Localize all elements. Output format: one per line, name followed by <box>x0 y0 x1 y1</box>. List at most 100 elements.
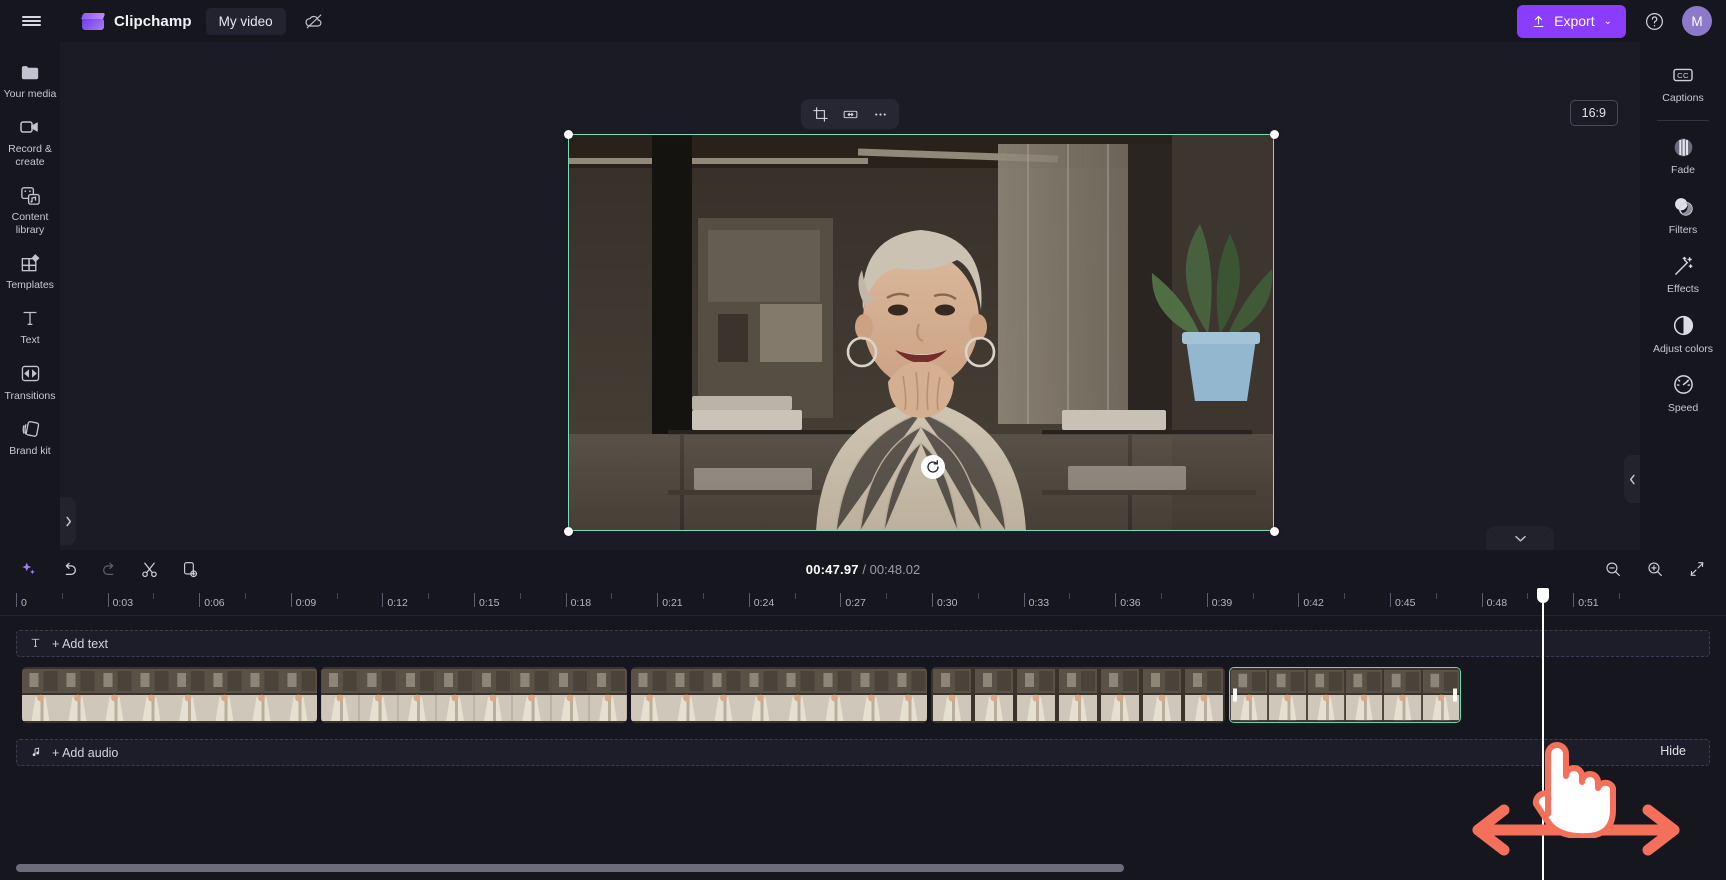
collapse-preview-button[interactable] <box>1486 526 1554 550</box>
chevron-down-icon: ⌄ <box>1603 15 1612 27</box>
redo-icon[interactable] <box>96 556 122 582</box>
trim-handle-left[interactable] <box>1233 688 1237 702</box>
sidebar-item-label: Brand kit <box>9 445 51 457</box>
right-sidebar: CC Captions Fade Filters Effects Adjust … <box>1624 42 1726 550</box>
ruler-tick <box>290 593 292 607</box>
ruler-minor-tick <box>153 593 155 599</box>
sidebar-item-brand-kit[interactable]: Brand kit <box>0 409 60 464</box>
clip-thumbnail <box>206 667 244 723</box>
timeline-clip[interactable] <box>931 667 1225 723</box>
help-circle-icon[interactable] <box>1640 7 1668 35</box>
resize-handle-bottom-right[interactable] <box>1269 526 1279 536</box>
right-item-filters[interactable]: Filters <box>1640 186 1726 245</box>
timeline-zoom-controls <box>1600 556 1710 582</box>
expand-sidebar-button[interactable] <box>60 497 76 545</box>
timeline: 00:47.97 / 00:48.02 0 0:03 0:06 0:09 0:1… <box>0 550 1726 880</box>
time-separator: / <box>862 561 866 577</box>
add-audio-button[interactable]: + Add audio <box>16 739 1710 766</box>
zoom-in-icon[interactable] <box>1642 556 1668 582</box>
ruler-minor-tick <box>336 593 338 599</box>
ruler-minor-tick <box>1161 593 1162 599</box>
sidebar-item-templates[interactable]: Templates <box>0 243 60 298</box>
sidebar-item-your-media[interactable]: Your media <box>0 52 60 107</box>
horizontal-scrollbar[interactable] <box>16 864 1124 872</box>
ruler-minor-tick <box>1527 593 1529 599</box>
right-item-speed[interactable]: Speed <box>1640 364 1726 423</box>
fit-timeline-icon[interactable] <box>1684 556 1710 582</box>
right-item-captions[interactable]: CC Captions <box>1640 54 1726 113</box>
adjust-colors-icon <box>1672 314 1695 338</box>
more-horizontal-icon[interactable] <box>867 102 893 126</box>
ruler-minor-tick <box>886 593 888 599</box>
timeline-clip[interactable] <box>22 667 317 723</box>
sidebar-item-text[interactable]: Text <box>0 298 60 353</box>
templates-icon <box>19 252 42 274</box>
rotate-icon[interactable] <box>921 455 945 479</box>
effects-wand-icon <box>1672 254 1695 278</box>
main-body: Your media Record & create Content libra… <box>0 42 1726 590</box>
right-item-fade[interactable]: Fade <box>1640 126 1726 185</box>
folder-icon <box>19 61 42 83</box>
clip-thumbnail <box>1306 668 1345 722</box>
ruler-tick-label: 0:33 <box>1028 597 1050 609</box>
timeline-clip-selected[interactable] <box>1229 667 1461 723</box>
clip-thumbnail <box>1344 668 1384 722</box>
current-time: 00:47.97 <box>805 561 859 577</box>
duplicate-icon[interactable] <box>176 556 202 582</box>
timeline-ruler[interactable]: 0 0:03 0:06 0:09 0:12 0:15 0:18 0:21 0:24 0:27 0:3… <box>0 588 1726 616</box>
ruler-tick-label: 0:15 <box>479 597 500 609</box>
avatar[interactable]: M <box>1682 6 1712 36</box>
right-item-adjust-colors[interactable]: Adjust colors <box>1640 305 1726 364</box>
text-t-icon <box>19 307 41 329</box>
collapse-right-sidebar-button[interactable] <box>1624 455 1640 503</box>
sidebar-item-transitions[interactable]: Transitions <box>0 354 60 409</box>
ruler-tick-label: 0:09 <box>295 597 317 609</box>
ruler-minor-tick <box>519 593 521 599</box>
clip-thumbnail <box>1099 667 1141 723</box>
export-button[interactable]: Export ⌄ <box>1517 4 1626 38</box>
timeline-clip[interactable] <box>321 667 627 723</box>
ruler-tick <box>1023 593 1025 607</box>
project-title[interactable]: My video <box>205 7 286 35</box>
sidebar-item-content-library[interactable]: Content library <box>0 175 60 243</box>
ruler-tick <box>107 593 109 607</box>
cc-icon: CC <box>1671 63 1695 87</box>
right-item-label: Speed <box>1667 401 1699 414</box>
clip-thumbnail <box>95 667 133 723</box>
crop-icon[interactable] <box>807 102 833 126</box>
clip-thumbnail <box>474 667 513 723</box>
ruler-minor-tick <box>1344 593 1346 599</box>
clip-thumbnail <box>1015 667 1057 723</box>
clip-thumbnail <box>243 667 281 723</box>
undo-icon[interactable] <box>56 556 82 582</box>
add-text-label: + Add text <box>52 636 108 651</box>
trim-handle-right[interactable] <box>1453 688 1457 702</box>
zoom-out-icon[interactable] <box>1600 556 1626 582</box>
speedometer-icon <box>1672 373 1695 397</box>
timeline-clip[interactable] <box>631 667 927 723</box>
ai-sparkle-icon[interactable] <box>16 556 42 582</box>
scissors-icon[interactable] <box>136 556 162 582</box>
resize-handle-top-right[interactable] <box>1269 129 1279 139</box>
ruler-tick-label: 0:51 <box>1578 597 1599 609</box>
clip-thumbnail <box>779 667 816 723</box>
add-text-button[interactable]: + Add text <box>16 630 1710 657</box>
sidebar-item-record-create[interactable]: Record & create <box>0 107 60 175</box>
cloud-off-icon[interactable] <box>300 7 328 35</box>
aspect-ratio-button[interactable]: 16:9 <box>1569 100 1618 126</box>
right-item-label: Filters <box>1668 223 1698 236</box>
clip-thumbnail <box>1057 667 1099 723</box>
ruler-tick <box>16 593 17 607</box>
hide-label[interactable]: Hide <box>1660 744 1686 758</box>
fit-fill-icon[interactable] <box>837 102 863 126</box>
hamburger-icon[interactable] <box>14 4 48 38</box>
clip-thumbnail <box>853 667 890 723</box>
resize-handle-bottom-left[interactable] <box>563 526 573 536</box>
content-library-icon <box>19 184 42 206</box>
ruler-tick <box>474 593 475 607</box>
ruler-tick-label: 0:39 <box>1211 597 1233 609</box>
clip-thumbnail <box>1268 668 1307 722</box>
resize-handle-top-left[interactable] <box>563 129 573 139</box>
right-item-effects[interactable]: Effects <box>1640 245 1726 304</box>
ruler-tick <box>1206 593 1208 607</box>
